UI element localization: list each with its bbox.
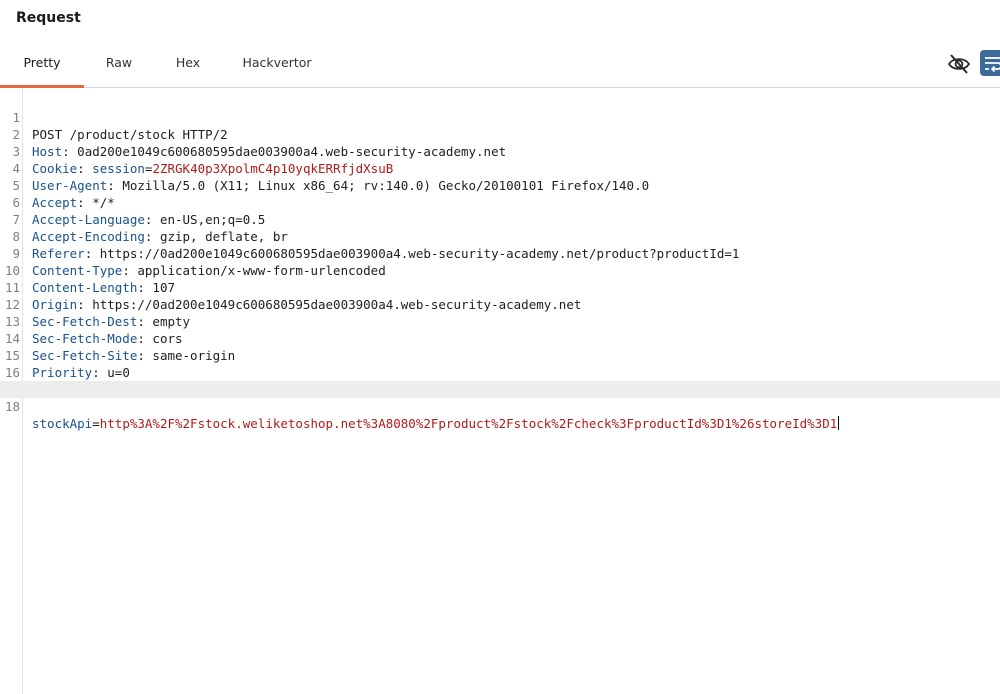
header-line-sec-fetch-site[interactable]: 14 Sec-Fetch-Site: same-origin	[0, 313, 1000, 363]
line-number: 18	[4, 399, 20, 414]
header-line-origin[interactable]: 11 Origin: https://0ad200e1049c600680595…	[0, 262, 1000, 312]
tab-hackvertor[interactable]: Hackvertor	[234, 40, 320, 87]
header-line-te[interactable]: 16 Te: trailers	[0, 347, 1000, 397]
header-line-content-length[interactable]: 10 Content-Length: 107	[0, 245, 1000, 295]
eye-slash-icon-graphic	[947, 54, 971, 74]
header-line-sec-fetch-dest[interactable]: 12 Sec-Fetch-Dest: empty	[0, 279, 1000, 329]
header-line-host[interactable]: 2 Host: 0ad200e1049c600680595dae003900a4…	[0, 109, 1000, 159]
panel-title: Request	[16, 10, 81, 26]
body-line[interactable]: 18 stockApi=http%3A%2F%2Fstock.weliketos…	[0, 381, 1000, 431]
text-caret	[838, 416, 840, 430]
tab-raw[interactable]: Raw	[92, 40, 146, 87]
header-line-user-agent[interactable]: 4 User-Agent: Mozilla/5.0 (X11; Linux x8…	[0, 143, 1000, 193]
eye-slash-icon[interactable]	[946, 51, 972, 77]
body-param-name: stockApi	[32, 416, 93, 431]
header-line-cookie[interactable]: 3 Cookie: session=2ZRGK40p3XpolmC4p10yqk…	[0, 126, 1000, 176]
tab-hex[interactable]: Hex	[166, 40, 210, 87]
view-tab-bar: Pretty Raw Hex Hackvertor	[0, 40, 1000, 88]
request-panel: Request Pretty Raw Hex Hackvertor 1 POST…	[0, 0, 1000, 694]
header-line-priority[interactable]: 15 Priority: u=0	[0, 330, 1000, 380]
body-param-value: http%3A%2F%2Fstock.weliketoshop.net%3A80…	[99, 416, 838, 431]
text-wrap-icon[interactable]	[980, 50, 1000, 76]
header-line-accept-language[interactable]: 6 Accept-Language: en-US,en;q=0.5	[0, 177, 1000, 227]
tab-pretty[interactable]: Pretty	[0, 40, 84, 88]
header-line-content-type[interactable]: 9 Content-Type: application/x-www-form-u…	[0, 228, 1000, 278]
text-wrap-icon-graphic	[985, 57, 1000, 73]
header-line-referer[interactable]: 8 Referer: https://0ad200e1049c600680595…	[0, 211, 1000, 261]
request-line[interactable]: 1 POST /product/stock HTTP/2	[0, 92, 1000, 142]
header-line-accept[interactable]: 5 Accept: */*	[0, 160, 1000, 210]
blank-line[interactable]: 17	[0, 364, 1000, 397]
header-line-accept-encoding[interactable]: 7 Accept-Encoding: gzip, deflate, br	[0, 194, 1000, 244]
header-line-sec-fetch-mode[interactable]: 13 Sec-Fetch-Mode: cors	[0, 296, 1000, 346]
request-editor[interactable]: 1 POST /product/stock HTTP/2 2 Host: 0ad…	[0, 88, 1000, 694]
